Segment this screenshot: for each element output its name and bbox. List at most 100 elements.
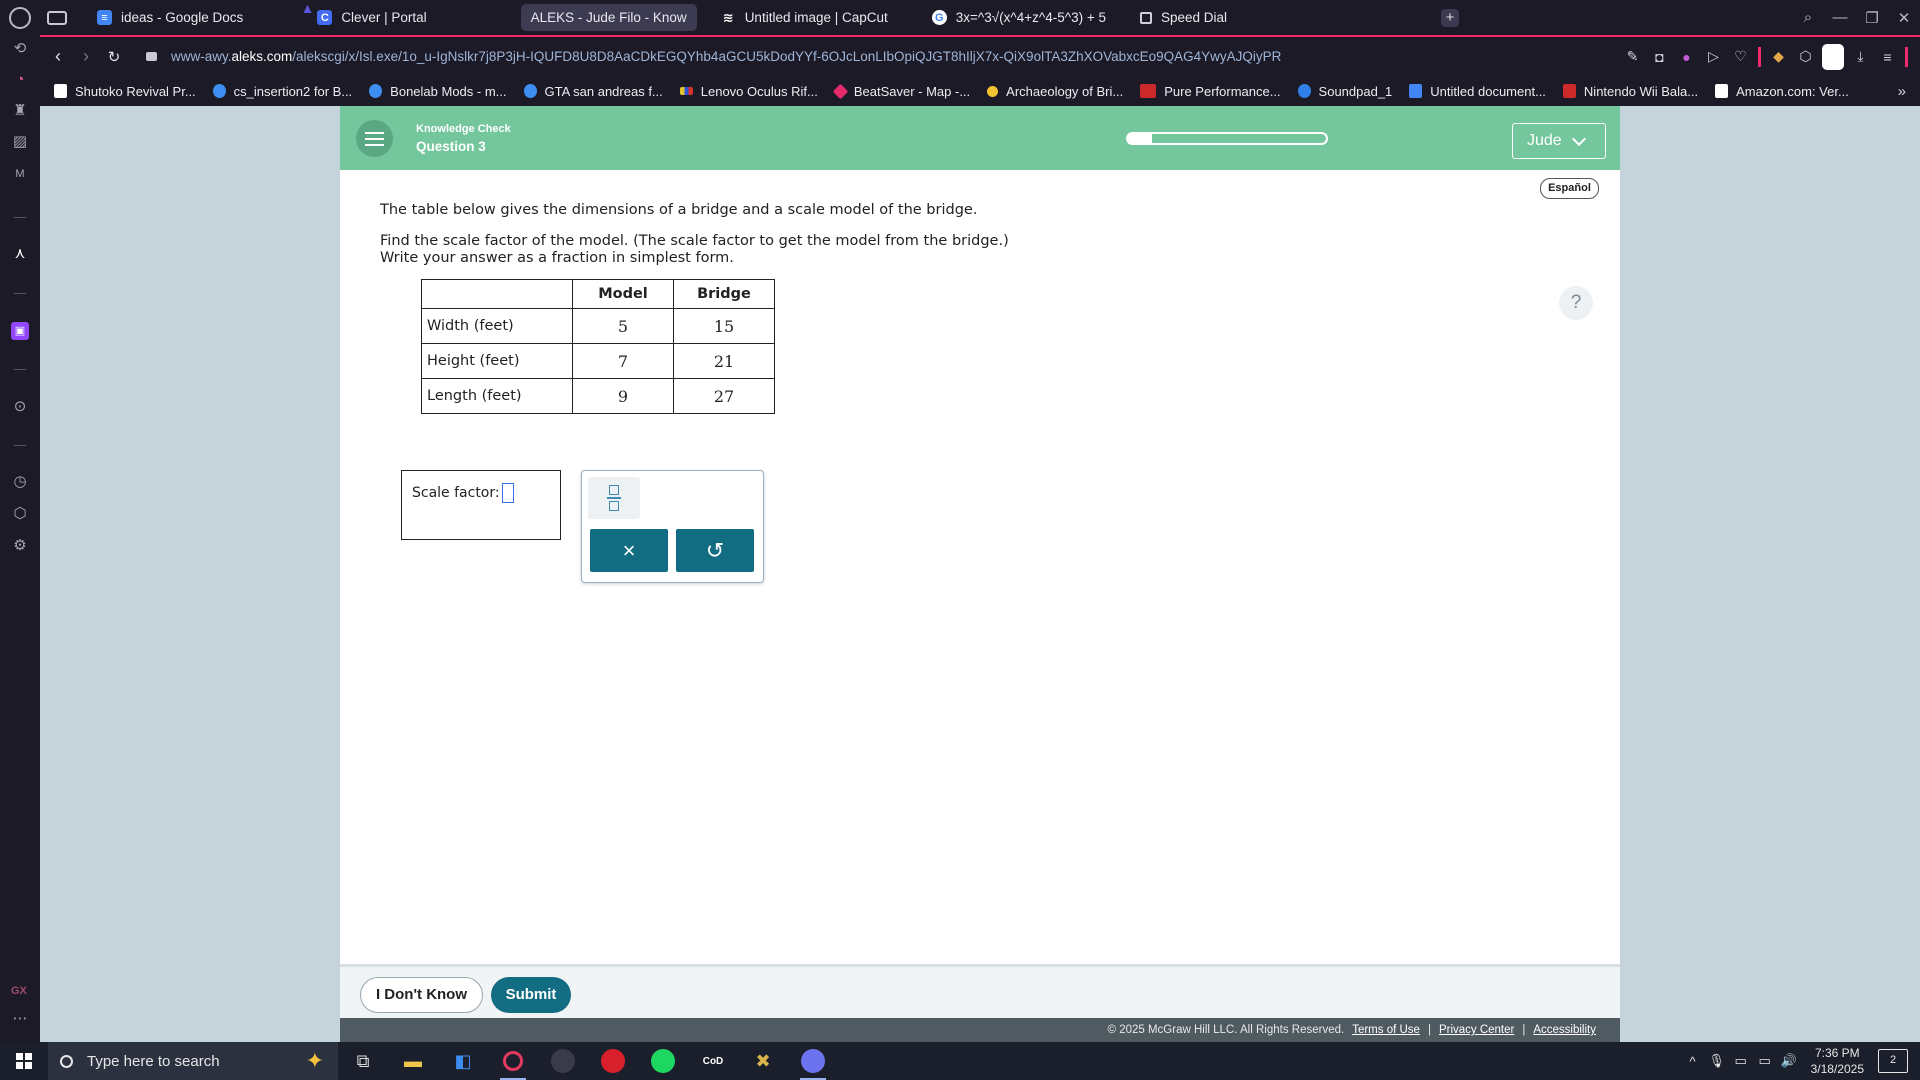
- opera-gx-taskbar-icon[interactable]: [488, 1042, 538, 1080]
- taskbar-search[interactable]: Type here to search ✦: [48, 1042, 338, 1080]
- search-icon: [60, 1054, 73, 1068]
- task-view-icon[interactable]: ⧉: [338, 1042, 388, 1080]
- bookmark-page-icon: [54, 84, 67, 98]
- extension-icon[interactable]: ◆: [1765, 48, 1792, 65]
- profile-avatar[interactable]: [1822, 43, 1844, 70]
- heart-icon[interactable]: ♡: [1727, 48, 1754, 65]
- download-icon[interactable]: ⤓: [1847, 48, 1874, 65]
- sync-icon[interactable]: ⟲: [11, 40, 29, 58]
- question-number: Question 3: [416, 139, 486, 154]
- opera-logo-icon[interactable]: [9, 6, 31, 29]
- page-viewport: Knowledge Check Question 3 Jude Español …: [40, 106, 1920, 1042]
- app-icon[interactable]: [538, 1042, 588, 1080]
- question-prompt: Find the scale factor of the model. (The…: [380, 233, 1009, 249]
- more-icon[interactable]: ⋯: [11, 1010, 29, 1028]
- edit-page-icon[interactable]: ✎: [1619, 48, 1646, 65]
- aleks-panel: Knowledge Check Question 3 Jude Español …: [340, 106, 1620, 1042]
- cube-icon[interactable]: ⬡: [1792, 48, 1819, 65]
- gx-control-icon[interactable]: ◔: [11, 71, 29, 89]
- history-icon[interactable]: ◷: [11, 473, 29, 491]
- help-button[interactable]: ?: [1559, 286, 1593, 320]
- forward-icon[interactable]: ›: [72, 46, 100, 67]
- bookmark-item[interactable]: Nintendo Wii Bala...: [1562, 84, 1698, 99]
- news-icon[interactable]: ▨: [11, 133, 29, 151]
- bookmark-item[interactable]: Shutoko Revival Pr...: [54, 84, 196, 99]
- fraction-button[interactable]: [588, 477, 640, 519]
- bookmark-item[interactable]: BeatSaver - Map -...: [832, 83, 970, 99]
- extensions-icon[interactable]: ⬡: [11, 505, 29, 523]
- dimensions-table: Model Bridge Width (feet) 5 15 Height (f…: [421, 279, 775, 414]
- tab-aleks[interactable]: ▲ ALEKS - Jude Filo - Know: [301, 0, 697, 31]
- bookmark-item[interactable]: Soundpad_1: [1297, 84, 1392, 99]
- search-tabs-icon[interactable]: ⌕: [1792, 9, 1824, 26]
- volume-icon[interactable]: 🔊: [1777, 1053, 1801, 1069]
- mods-icon[interactable]: M: [11, 165, 29, 183]
- bookmark-item[interactable]: Amazon.com: Ver...: [1715, 84, 1849, 99]
- settings-icon[interactable]: ⚙: [11, 537, 29, 555]
- table-cell: 15: [673, 308, 775, 344]
- meet-icon[interactable]: ▭: [1729, 1053, 1753, 1069]
- snapshot-icon[interactable]: ◘: [1646, 49, 1673, 65]
- clear-button[interactable]: ×: [590, 529, 668, 572]
- hamburger-menu-button[interactable]: [356, 120, 393, 157]
- user-menu-button[interactable]: Jude: [1512, 123, 1606, 159]
- bookmark-item[interactable]: Pure Performance...: [1140, 84, 1281, 99]
- twitch-icon[interactable]: ▣: [11, 322, 29, 340]
- submit-button[interactable]: Submit: [491, 977, 571, 1013]
- chevron-up-icon[interactable]: ^: [1681, 1054, 1705, 1069]
- accessibility-link[interactable]: Accessibility: [1533, 1024, 1596, 1036]
- tab-capcut[interactable]: ≋ Untitled image | CapCut: [711, 4, 898, 31]
- discord-icon[interactable]: [788, 1042, 838, 1080]
- file-explorer-icon[interactable]: ▬: [388, 1042, 438, 1080]
- system-tray: ^ 🎙 ▭ ▭ 🔊 7:36 PM 3/18/2025 2: [1681, 1042, 1920, 1080]
- bookmarks-overflow-icon[interactable]: »: [1898, 83, 1906, 100]
- aria-icon[interactable]: ⋏: [11, 245, 29, 263]
- chevron-down-icon: [1571, 131, 1586, 146]
- call-of-duty-icon[interactable]: CoD: [688, 1042, 738, 1080]
- terms-link[interactable]: Terms of Use: [1352, 1024, 1420, 1036]
- bookmark-amazon-icon: [1715, 84, 1729, 98]
- youtube-icon[interactable]: [588, 1042, 638, 1080]
- tab-clever[interactable]: C Clever | Portal: [307, 4, 436, 31]
- spotify-icon[interactable]: [638, 1042, 688, 1080]
- player-icon[interactable]: ⊙: [11, 398, 29, 416]
- close-icon[interactable]: ✕: [1888, 9, 1920, 27]
- bookmark-item[interactable]: Archaeology of Bri...: [987, 84, 1123, 99]
- table-row: Length (feet) 9 27: [421, 378, 775, 414]
- player-send-icon[interactable]: ▷: [1700, 48, 1727, 65]
- scale-factor-input[interactable]: [502, 483, 514, 503]
- notification-button[interactable]: 2: [1878, 1049, 1908, 1073]
- clock[interactable]: 7:36 PM 3/18/2025: [1811, 1045, 1864, 1077]
- bookmark-item[interactable]: GTA san andreas f...: [523, 84, 663, 99]
- restore-icon[interactable]: ❐: [1856, 9, 1888, 27]
- minimize-icon[interactable]: —: [1824, 9, 1856, 26]
- clock-date: 3/18/2025: [1810, 1062, 1864, 1076]
- network-icon[interactable]: ▭: [1753, 1053, 1777, 1069]
- privacy-link[interactable]: Privacy Center: [1439, 1024, 1514, 1036]
- new-tab-button[interactable]: +: [1441, 8, 1460, 27]
- tab-speed-dial[interactable]: Speed Dial: [1130, 4, 1237, 31]
- gx-store-icon[interactable]: ♜: [11, 102, 29, 120]
- table-header: [421, 279, 573, 309]
- menu-icon[interactable]: ≡: [1874, 49, 1901, 65]
- tab-google-docs[interactable]: ≡ ideas - Google Docs: [87, 4, 253, 31]
- microphone-icon[interactable]: 🎙: [1705, 1053, 1729, 1069]
- bookmark-beatsaver-icon: [832, 83, 849, 99]
- vpn-icon[interactable]: ●: [1673, 49, 1700, 65]
- bookmark-item[interactable]: cs_insertion2 for B...: [212, 84, 352, 99]
- bookmark-item[interactable]: Untitled document...: [1409, 84, 1546, 99]
- bookmark-item[interactable]: Lenovo Oculus Rif...: [679, 84, 818, 99]
- espanol-button[interactable]: Español: [1540, 178, 1599, 199]
- start-button[interactable]: [0, 1042, 48, 1080]
- reload-icon[interactable]: ↻: [100, 48, 128, 66]
- bookmark-gear-icon: [523, 84, 537, 98]
- tab-google-search[interactable]: G 3x=^3√(x^4+z^4-5^3) + 5: [922, 4, 1116, 31]
- store-icon[interactable]: ◧: [438, 1042, 488, 1080]
- back-icon[interactable]: ‹: [44, 46, 72, 67]
- undo-button[interactable]: ↺: [676, 529, 754, 572]
- game-icon[interactable]: ✖: [738, 1042, 788, 1080]
- bookmark-item[interactable]: Bonelab Mods - m...: [369, 84, 507, 99]
- tab-switcher-icon[interactable]: [47, 10, 67, 25]
- url-field[interactable]: www-awy.aleks.com/alekscgi/x/Isl.exe/1o_…: [171, 49, 1281, 64]
- dont-know-button[interactable]: I Don't Know: [360, 977, 483, 1013]
